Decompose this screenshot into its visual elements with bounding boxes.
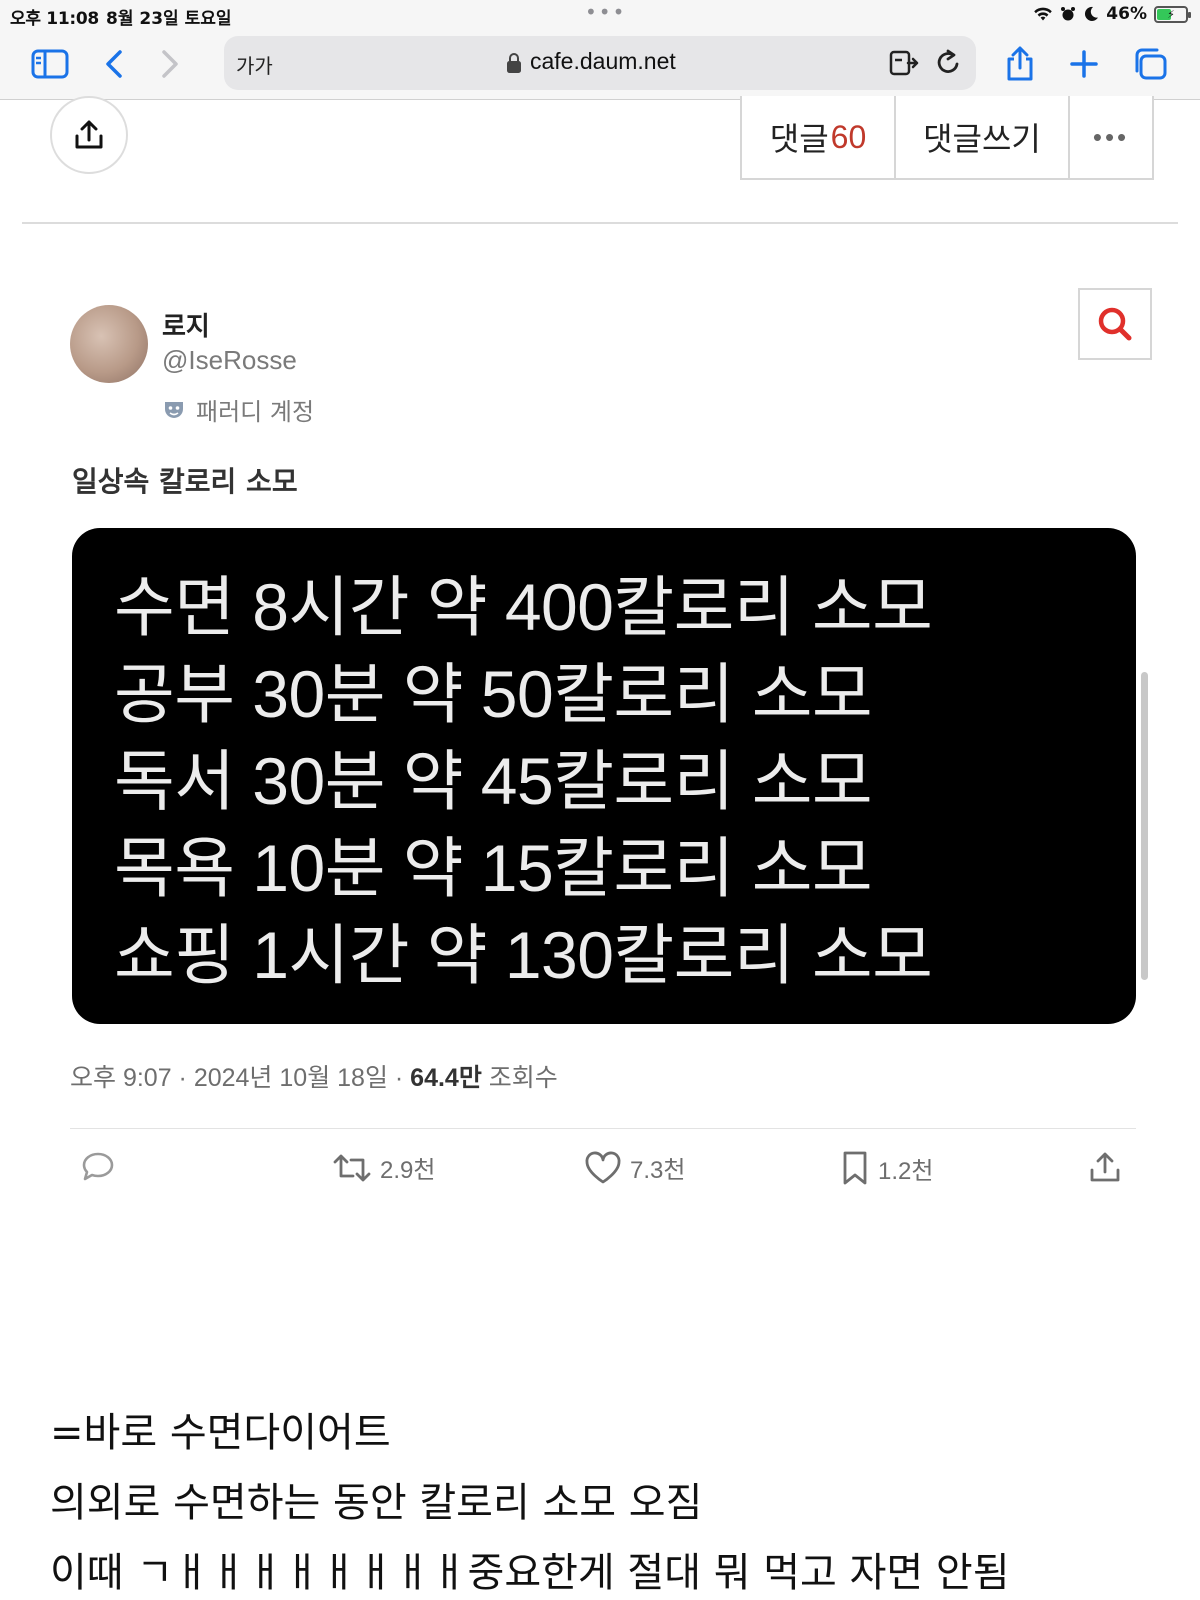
upload-share-icon [75, 120, 103, 149]
bookmark-button[interactable]: 1.2천 [840, 1150, 933, 1186]
reply-icon [82, 1152, 114, 1181]
mask-icon [165, 401, 183, 418]
post-share-button[interactable] [50, 96, 128, 174]
post-body-line: =바로 수면다이어트 [50, 1410, 391, 1456]
status-date: 8월 23일 토요일 [106, 9, 232, 29]
comment-actions: 댓글 60 댓글쓰기 ••• [740, 96, 1154, 180]
post-body-line: 의외로 수면하는 동안 칼로리 소모 오짐 [50, 1480, 703, 1526]
meta-divider [70, 1128, 1136, 1129]
moon-icon [1085, 6, 1099, 21]
tweet-actions: 2.9천 7.3천 1.2천 [70, 1150, 1136, 1200]
write-comment-button[interactable]: 댓글쓰기 [896, 96, 1070, 178]
bookmark-icon [843, 1151, 867, 1185]
more-options-button[interactable]: ••• [1070, 96, 1152, 178]
status-indicators: 46% ⚡ [1033, 4, 1191, 24]
search-button[interactable] [1078, 288, 1152, 360]
lock-icon [507, 53, 521, 73]
view-count: 64.4만 [410, 1064, 482, 1092]
search-icon [1098, 307, 1132, 341]
retweet-button[interactable]: 2.9천 [332, 1150, 435, 1185]
reply-button[interactable] [80, 1150, 116, 1184]
forward-icon[interactable] [148, 42, 192, 86]
new-tab-icon[interactable] [1062, 42, 1106, 86]
comment-count-button[interactable]: 댓글 60 [742, 96, 896, 178]
multitasking-dots-icon[interactable]: ••• [585, 0, 626, 24]
back-icon[interactable] [92, 42, 136, 86]
battery-icon: ⚡ [1154, 5, 1191, 23]
parody-account-badge: 패러디 계정 [162, 392, 314, 427]
author-handle: @IseRosse [162, 345, 297, 375]
avatar [70, 305, 148, 383]
address-bar[interactable]: 가가 cafe.daum.net [224, 36, 976, 90]
post-body-line: 이때 ㄱㅐㅐㅐㅐㅐㅐㅐㅐ중요한게 절대 뭐 먹고 자면 안됨 [50, 1550, 1010, 1596]
url-domain[interactable]: cafe.daum.net [530, 48, 676, 75]
tweet-share-button[interactable] [1088, 1150, 1122, 1184]
tweet-text: 일상속 칼로리 소모 [72, 465, 298, 498]
tweet-timestamp: 오후 9:07 · 2024년 10월 18일 · [70, 1064, 411, 1092]
battery-percent: 46% [1106, 4, 1147, 24]
image-line: 수면 8시간 약 400칼로리 소모 [114, 570, 933, 644]
views-label: 조회수 [481, 1064, 558, 1092]
sidebar-toggle-icon[interactable] [28, 42, 72, 86]
bookmark-count: 1.2천 [878, 1157, 934, 1185]
status-time: 오후 11:08 [10, 9, 99, 29]
retweet-icon [333, 1154, 371, 1181]
text-size-button[interactable]: 가가 [236, 50, 273, 79]
section-divider [22, 222, 1178, 224]
image-line: 공부 30분 약 50칼로리 소모 [114, 657, 873, 731]
reload-icon[interactable] [934, 48, 962, 78]
retweet-count: 2.9천 [380, 1157, 436, 1184]
tweet-meta: 오후 9:07 · 2024년 10월 18일 · 64.4만 조회수 [70, 1058, 558, 1094]
share-icon [1090, 1152, 1120, 1182]
status-bar: 오후 11:08 8월 23일 토요일 ••• 46% ⚡ [0, 0, 1200, 30]
heart-icon [585, 1151, 621, 1183]
reader-extension-icon[interactable] [888, 48, 920, 78]
scrollbar[interactable] [1141, 672, 1148, 980]
browser-toolbar: 가가 cafe.daum.net [0, 30, 1200, 100]
post-body: =바로 수면다이어트 의외로 수면하는 동안 칼로리 소모 오짐 이때 ㄱㅐㅐㅐ… [50, 1398, 1010, 1600]
share-icon[interactable] [998, 42, 1042, 86]
image-line: 쇼핑 1시간 약 130칼로리 소모 [114, 918, 933, 992]
author-name: 로지 [162, 312, 210, 342]
like-button[interactable]: 7.3천 [584, 1150, 685, 1185]
image-line: 독서 30분 약 45칼로리 소모 [114, 744, 873, 818]
image-line: 목욕 10분 약 15칼로리 소모 [114, 831, 873, 905]
wifi-icon [1034, 7, 1053, 21]
like-count: 7.3천 [630, 1157, 686, 1184]
comment-count: 60 [830, 118, 867, 155]
tweet-image: 수면 8시간 약 400칼로리 소모 공부 30분 약 50칼로리 소모 독서 … [72, 528, 1136, 1024]
alarm-icon [1061, 7, 1076, 21]
comment-label: 댓글 [769, 121, 829, 157]
tab-overview-icon[interactable] [1128, 42, 1172, 86]
parody-label: 패러디 계정 [196, 398, 315, 426]
